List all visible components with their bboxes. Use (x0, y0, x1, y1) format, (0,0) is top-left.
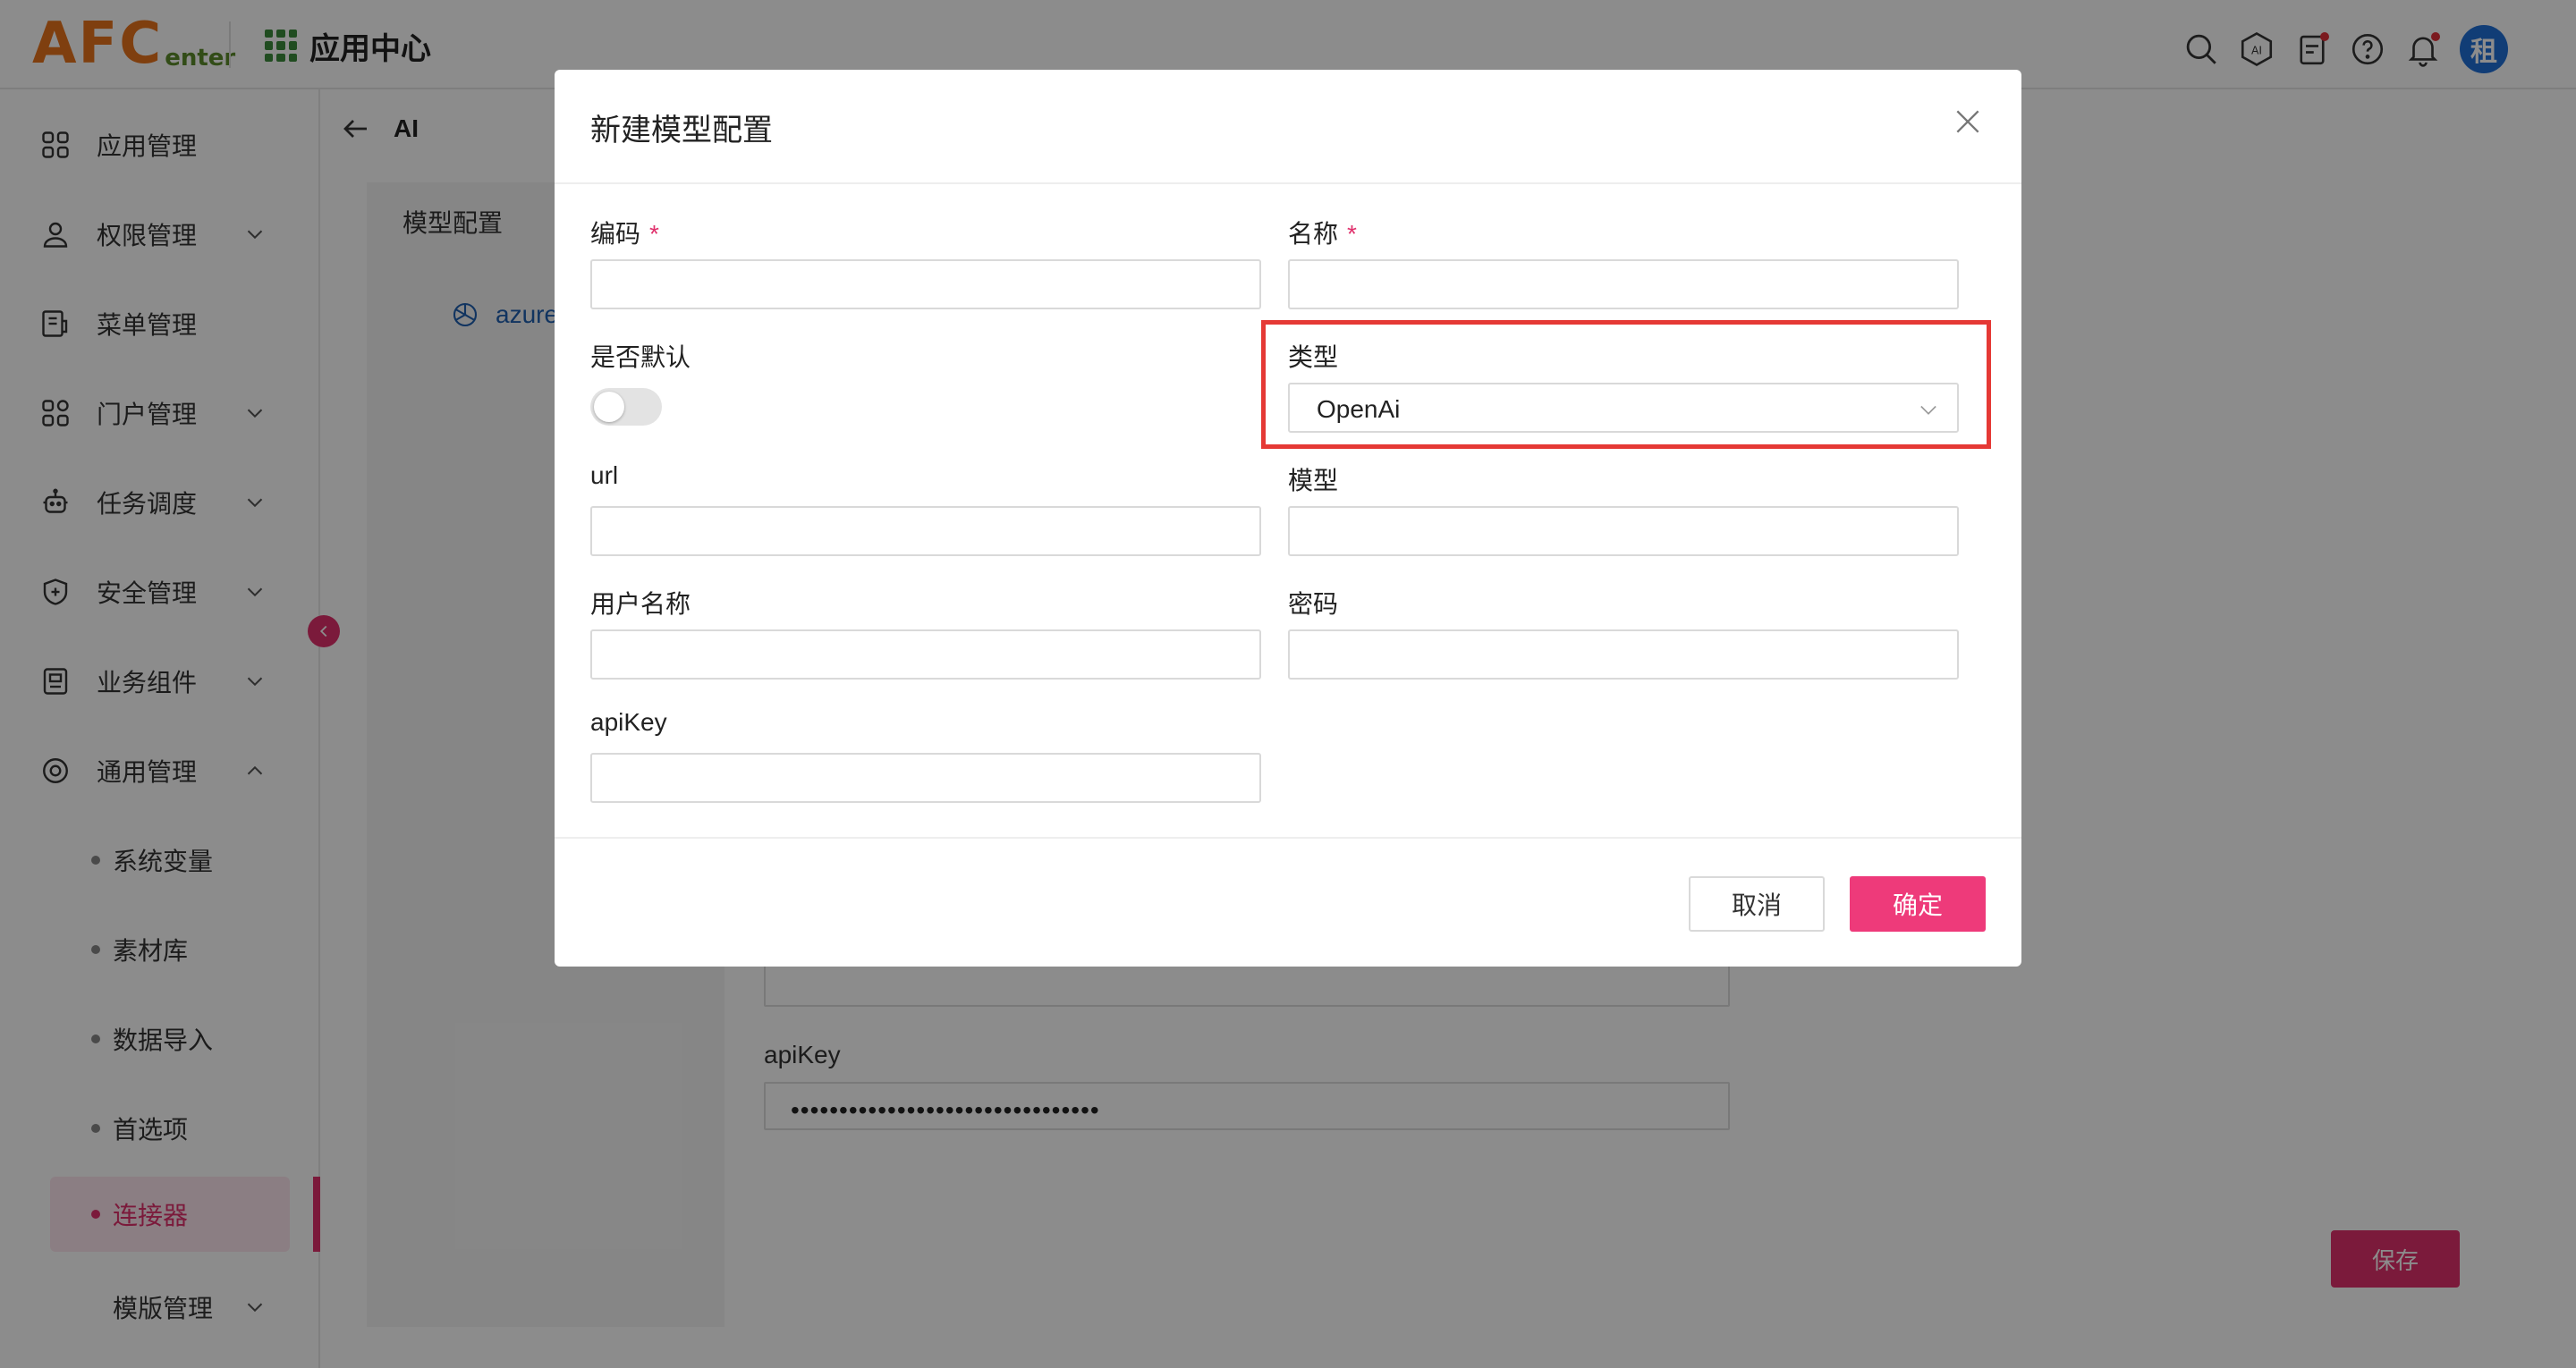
name-label-text: 名称 (1288, 220, 1339, 248)
new-model-config-dialog: 新建模型配置 编码 * 名称 * 是否默认 类型 OpenAi url 模型 用户名… (555, 70, 2021, 967)
username-label: 用户名称 (590, 590, 691, 618)
toggle-knob (594, 392, 624, 422)
confirm-button[interactable]: 确定 (1850, 876, 1986, 932)
highlight-box (1261, 320, 1991, 449)
code-input[interactable] (590, 259, 1261, 309)
apikey-label: apiKey (590, 708, 667, 736)
url-input[interactable] (590, 506, 1261, 556)
dialog-title: 新建模型配置 (590, 114, 773, 148)
password-label: 密码 (1288, 590, 1339, 618)
username-input[interactable] (590, 629, 1261, 680)
name-input[interactable] (1288, 259, 1959, 309)
code-label: 编码 * (590, 215, 659, 250)
model-label: 模型 (1288, 467, 1339, 494)
close-icon[interactable] (1950, 104, 1986, 139)
apikey-input[interactable] (590, 753, 1261, 803)
model-input[interactable] (1288, 506, 1959, 556)
code-label-text: 编码 (590, 220, 641, 248)
dialog-divider (555, 182, 2021, 184)
is-default-label: 是否默认 (590, 343, 691, 371)
url-label: url (590, 461, 619, 489)
name-label: 名称 * (1288, 215, 1357, 250)
cancel-button[interactable]: 取消 (1689, 876, 1825, 932)
is-default-toggle[interactable] (590, 388, 662, 426)
password-input[interactable] (1288, 629, 1959, 680)
required-mark: * (1347, 220, 1357, 248)
dialog-footer-divider (555, 837, 2021, 839)
required-mark: * (649, 220, 659, 248)
